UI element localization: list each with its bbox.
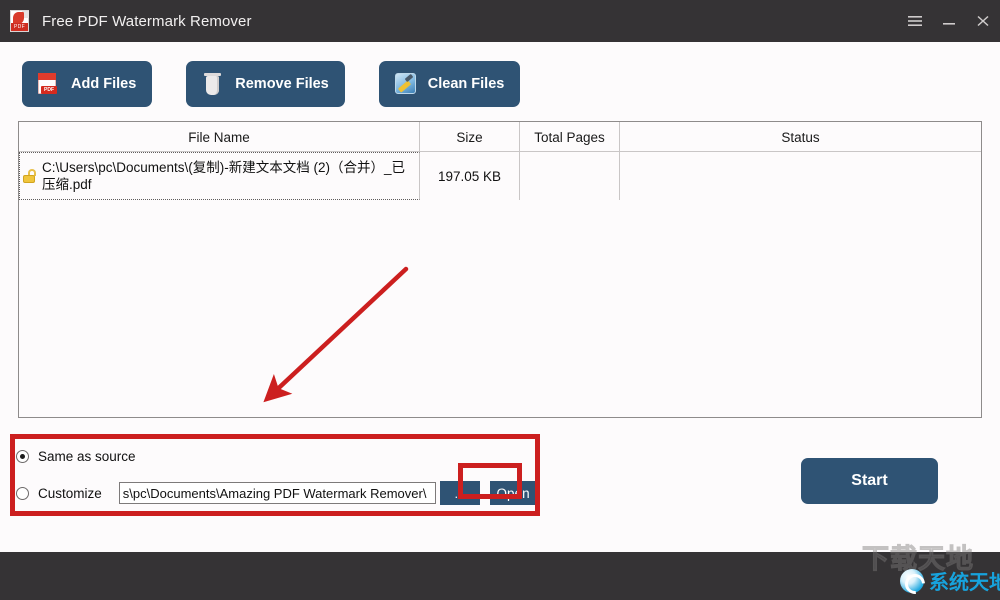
same-as-source-label: Same as source xyxy=(38,448,136,464)
file-name-text: C:\Users\pc\Documents\(复制)-新建文本文档 (2)（合并… xyxy=(42,160,406,192)
customize-row[interactable]: Customize ... Open xyxy=(16,480,536,506)
start-button[interactable]: Start xyxy=(801,458,938,504)
file-list-table[interactable]: File Name Size Total Pages Status C:\Use… xyxy=(18,121,982,418)
remove-files-label: Remove Files xyxy=(235,76,329,92)
close-icon[interactable] xyxy=(966,0,1000,42)
column-header-file-name[interactable]: File Name xyxy=(19,122,420,152)
application-window: PDF Free PDF Watermark Remover PDF Add F… xyxy=(0,0,1000,600)
table-row[interactable]: C:\Users\pc\Documents\(复制)-新建文本文档 (2)（合并… xyxy=(19,152,981,200)
remove-files-button[interactable]: Remove Files xyxy=(186,61,345,107)
window-title: Free PDF Watermark Remover xyxy=(42,12,252,30)
column-header-status[interactable]: Status xyxy=(620,122,981,152)
title-bar: PDF Free PDF Watermark Remover xyxy=(0,0,1000,42)
add-pdf-file-icon: PDF xyxy=(36,71,62,97)
bottom-bar xyxy=(0,552,1000,600)
clean-brush-icon xyxy=(393,71,419,97)
app-pdf-icon: PDF xyxy=(10,10,30,32)
column-header-total-pages[interactable]: Total Pages xyxy=(520,122,620,152)
output-options-panel: Same as source Customize ... Open xyxy=(16,440,536,514)
column-header-size[interactable]: Size xyxy=(420,122,520,152)
same-as-source-row[interactable]: Same as source xyxy=(16,443,536,469)
customize-label: Customize xyxy=(38,485,102,501)
main-toolbar: PDF Add Files Remove Files Clean Files xyxy=(22,61,521,107)
table-header-row: File Name Size Total Pages Status xyxy=(19,122,981,152)
add-files-label: Add Files xyxy=(71,76,137,92)
add-files-button[interactable]: PDF Add Files xyxy=(22,61,153,107)
cell-total-pages xyxy=(520,152,620,200)
browse-folder-button[interactable]: ... xyxy=(439,481,481,505)
window-controls xyxy=(898,0,1000,42)
app-icon-tag-label: PDF xyxy=(11,23,28,31)
trash-can-icon xyxy=(200,71,226,97)
clean-files-button[interactable]: Clean Files xyxy=(378,61,521,107)
unlocked-padlock-icon xyxy=(23,169,36,183)
radio-same-as-source[interactable] xyxy=(16,449,29,463)
cell-size: 197.05 KB xyxy=(420,152,520,200)
cell-file-name[interactable]: C:\Users\pc\Documents\(复制)-新建文本文档 (2)（合并… xyxy=(19,152,420,200)
cell-status xyxy=(620,152,981,200)
clean-files-label: Clean Files xyxy=(427,76,505,92)
table-empty-area[interactable] xyxy=(19,200,981,417)
radio-customize[interactable] xyxy=(16,486,29,500)
open-folder-button[interactable]: Open xyxy=(490,481,536,505)
hamburger-menu-icon[interactable] xyxy=(898,0,932,42)
minimize-icon[interactable] xyxy=(932,0,966,42)
output-path-input[interactable] xyxy=(118,482,436,504)
